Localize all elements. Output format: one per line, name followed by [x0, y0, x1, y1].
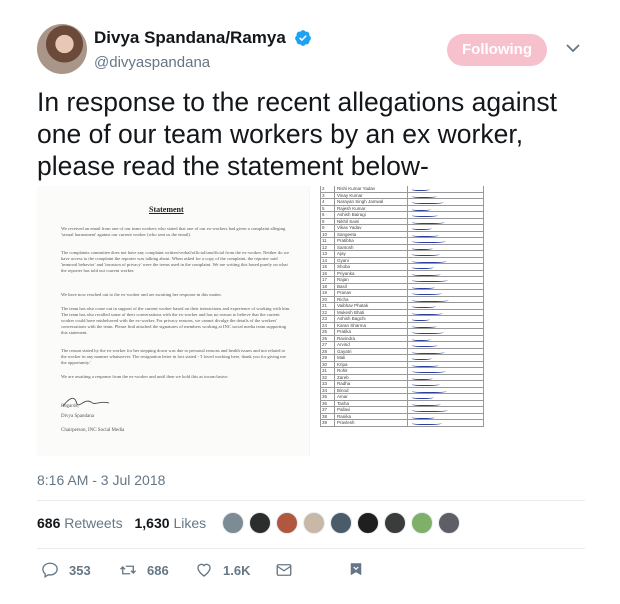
statement-paragraph: The complaints committee does not have a… [61, 250, 290, 273]
signature-table: 2 Rishi Kumar Yadav 3 Vinay Kumar 4 Narayan S… [320, 186, 484, 427]
liker-avatar[interactable] [438, 512, 460, 534]
tweet-text: In response to the recent allegations ag… [37, 87, 558, 181]
signature-row-number: 39 [322, 420, 328, 425]
chevron-down-icon[interactable] [565, 40, 581, 56]
statement-regards: Regards, [61, 404, 79, 409]
direct-message-button[interactable] [275, 560, 293, 580]
signature-row: 39 Pravlesh [320, 420, 484, 427]
signature-scribble [407, 420, 467, 427]
liker-avatar[interactable] [411, 512, 433, 534]
like-button[interactable]: 1.6K [195, 560, 250, 580]
statement-paragraph: We have now reached out to the ex-worker… [61, 292, 222, 297]
share-icon [350, 563, 362, 576]
tweet-actions: 353 686 1.6K [37, 560, 585, 580]
following-button[interactable]: Following [447, 34, 547, 66]
retweets-stat[interactable]: 686 Retweets [37, 515, 123, 531]
statement-title: Statement [149, 205, 184, 214]
liker-avatar[interactable] [249, 512, 271, 534]
reply-count: 353 [69, 562, 91, 578]
liker-avatar[interactable] [384, 512, 406, 534]
reply-icon [42, 562, 58, 578]
tweet-media[interactable]: Statement We received an email from one … [37, 186, 582, 456]
statement-role: Chairperson, INC Social Media [61, 428, 125, 433]
divider [37, 548, 585, 549]
envelope-icon [276, 564, 292, 576]
statement-paragraph: The team has also come out in support of… [61, 306, 291, 335]
reply-button[interactable]: 353 [41, 560, 91, 580]
retweets-count: 686 [37, 515, 61, 531]
liker-avatar[interactable] [330, 512, 352, 534]
retweets-label: Retweets [64, 515, 123, 531]
like-count: 1.6K [223, 562, 251, 578]
liker-avatar[interactable] [222, 512, 244, 534]
heart-icon [197, 563, 211, 577]
liker-avatar[interactable] [357, 512, 379, 534]
engagement-stats: 686 Retweets 1,630 Likes [37, 515, 206, 531]
liker-avatar[interactable] [276, 512, 298, 534]
signature-row-name: Pravlesh [334, 420, 404, 427]
author-display-name[interactable]: Divya Spandana/Ramya [94, 28, 286, 48]
statement-paragraph: We are awaiting a response from the ex-w… [61, 374, 229, 379]
signature-sheet[interactable]: 2 Rishi Kumar Yadav 3 Vinay Kumar 4 Narayan S… [310, 186, 582, 456]
liker-avatars [222, 512, 465, 536]
tweet-timestamp[interactable]: 8:16 AM - 3 Jul 2018 [37, 472, 165, 488]
author-avatar[interactable] [37, 24, 87, 74]
retweet-icon [120, 565, 136, 575]
retweet-count: 686 [147, 562, 169, 578]
author-handle[interactable]: @divyaspandana [94, 54, 312, 71]
likes-label: Likes [173, 515, 207, 531]
retweet-button[interactable]: 686 [119, 560, 169, 580]
statement-paragraph: The reason stated by the ex-worker for h… [61, 348, 286, 365]
divider [37, 500, 585, 501]
likes-stat[interactable]: 1,630 Likes [135, 515, 207, 531]
tweet-header: Divya Spandana/Ramya @divyaspandana Foll… [37, 24, 587, 80]
share-button[interactable] [347, 560, 365, 580]
statement-document[interactable]: Statement We received an email from one … [37, 186, 309, 456]
statement-signatory: Divya Spandana [61, 414, 94, 419]
author-names: Divya Spandana/Ramya @divyaspandana [94, 28, 312, 71]
verified-badge-icon [295, 30, 312, 46]
liker-avatar[interactable] [303, 512, 325, 534]
statement-paragraph: We received an email from one of our tea… [61, 226, 286, 237]
likes-count: 1,630 [134, 515, 170, 531]
